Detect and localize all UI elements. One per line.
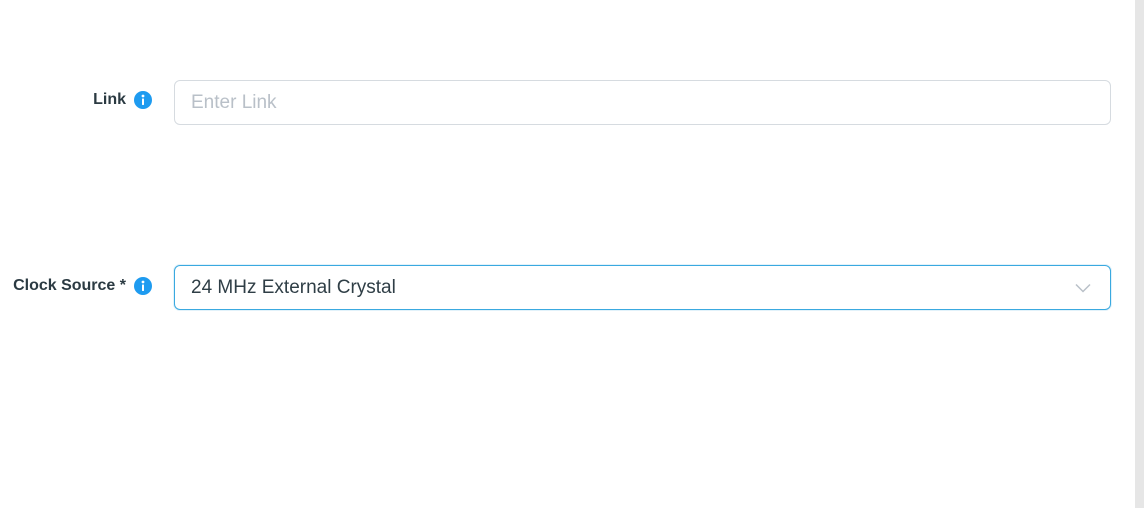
chevron-down-icon[interactable]: [1074, 279, 1092, 297]
link-label-group: Link: [93, 90, 152, 110]
info-icon[interactable]: [134, 277, 152, 295]
link-label: Link: [93, 91, 126, 108]
info-icon[interactable]: [134, 91, 152, 109]
clock-source-value: 24 MHz External Crystal: [191, 276, 396, 298]
clock-source-select[interactable]: 24 MHz External Crystal: [174, 265, 1111, 310]
link-input[interactable]: [174, 80, 1111, 125]
form-page: Link Clock Source * 24 MHz External Crys…: [0, 0, 1144, 508]
clock-source-label: Clock Source *: [13, 277, 126, 294]
vertical-scrollbar[interactable]: [1135, 0, 1144, 508]
clock-source-label-group: Clock Source *: [13, 276, 152, 296]
